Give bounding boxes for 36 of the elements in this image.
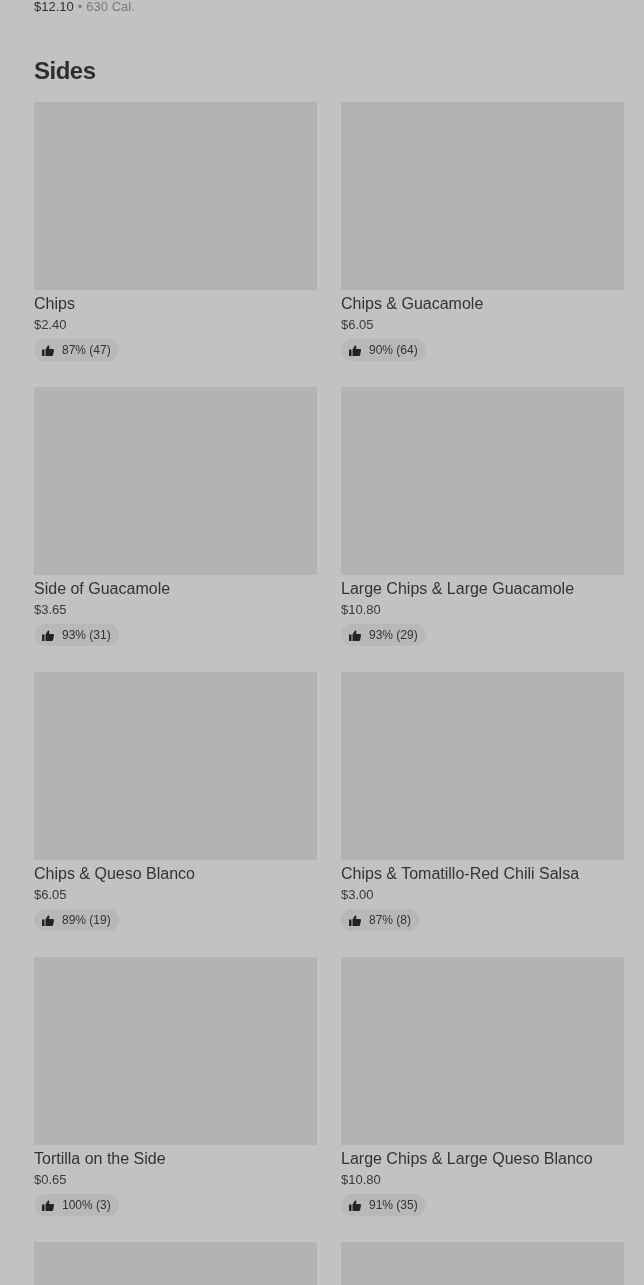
- item-price: $12.10: [34, 0, 74, 14]
- rating-text: 87% (47): [62, 343, 111, 357]
- section-title: Sides: [34, 57, 96, 85]
- separator-dot: •: [77, 0, 83, 14]
- rating-text: 93% (29): [369, 628, 418, 642]
- rating-text: 91% (35): [369, 1198, 418, 1212]
- rating-text: 90% (64): [369, 343, 418, 357]
- item-name[interactable]: Chips & Queso Blanco: [34, 864, 195, 884]
- thumbs-up-icon: [42, 1199, 54, 1211]
- thumbs-up-icon: [42, 914, 54, 926]
- item-name[interactable]: Chips & Tomatillo-Red Chili Salsa: [341, 864, 580, 884]
- thumbs-up-icon: [349, 1199, 361, 1211]
- rating-text: 87% (8): [369, 913, 412, 927]
- item-price: $3.65: [34, 602, 67, 618]
- item-name[interactable]: Tortilla on the Side: [34, 1149, 166, 1169]
- item-name[interactable]: Large Chips & Large Guacamole: [341, 579, 575, 599]
- rating-text: 93% (31): [62, 628, 111, 642]
- item-name[interactable]: Large Chips & Large Queso Blanco: [341, 1149, 593, 1169]
- item-name[interactable]: Chips & Guacamole: [341, 294, 484, 314]
- item-price: $6.05: [341, 317, 374, 333]
- item-name[interactable]: Side of Guacamole: [34, 579, 171, 599]
- thumbs-up-icon: [349, 629, 361, 641]
- item-name[interactable]: Chips: [34, 294, 75, 314]
- thumbs-up-icon: [42, 344, 54, 356]
- item-price: $10.80: [341, 602, 381, 618]
- thumbs-up-icon: [349, 914, 361, 926]
- item-price: $0.65: [34, 1172, 67, 1188]
- thumbs-up-icon: [42, 629, 54, 641]
- item-price: $2.40: [34, 317, 67, 333]
- rating-text: 100% (3): [62, 1198, 111, 1212]
- item-price: $3.00: [341, 887, 374, 903]
- rating-text: 89% (19): [62, 913, 111, 927]
- item-price: $6.05: [34, 887, 67, 903]
- thumbs-up-icon: [349, 344, 361, 356]
- item-price: $10.80: [341, 1172, 381, 1188]
- calorie-count: 630 Cal.: [86, 0, 135, 14]
